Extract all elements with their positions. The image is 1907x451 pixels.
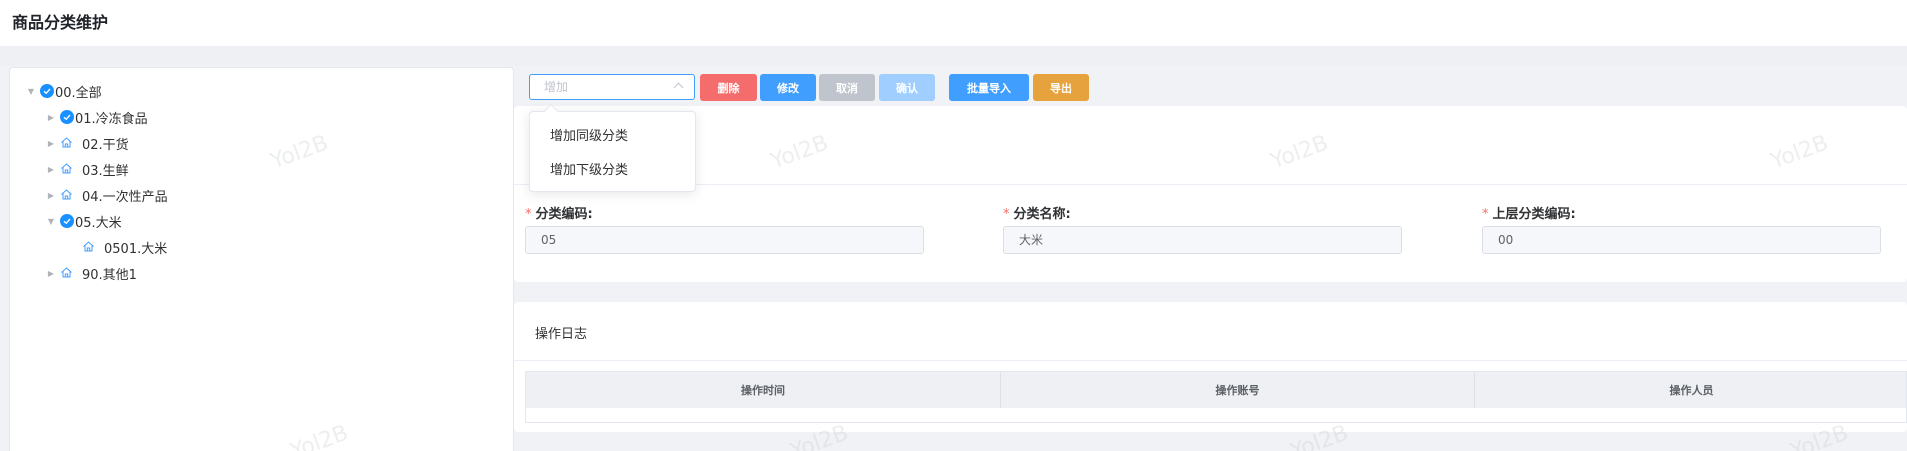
home-icon	[60, 136, 74, 150]
table-header: 操作时间 操作账号 操作人员	[526, 372, 1906, 408]
caret-down-icon[interactable]: ▼	[26, 86, 36, 96]
menu-item-add-child[interactable]: 增加下级分类	[550, 159, 628, 178]
log-title: 操作日志	[535, 327, 588, 342]
tree-node-label: 01.冷冻食品	[75, 111, 148, 127]
page-title: 商品分类维护	[12, 13, 109, 32]
home-icon	[60, 162, 74, 176]
category-form-card: * 分类编码: 05 * 分类名称: 大米 * 上层分类编码: 00	[514, 106, 1907, 282]
code-label: * 分类编码:	[525, 207, 593, 222]
divider	[514, 360, 1907, 361]
tree-node-rice-child[interactable]: 0501.大米	[82, 236, 167, 258]
parent-code-label: * 上层分类编码:	[1482, 207, 1576, 222]
batch-import-button[interactable]: 批量导入	[949, 74, 1029, 101]
export-button[interactable]: 导出	[1033, 74, 1089, 101]
tree-node-label: 00.全部	[55, 85, 102, 101]
caret-right-icon[interactable]: ▶	[46, 164, 56, 174]
caret-down-icon[interactable]: ▼	[46, 216, 56, 226]
header-separator	[0, 46, 1907, 66]
name-label: * 分类名称:	[1003, 207, 1071, 222]
check-circle-icon	[60, 214, 74, 228]
add-select-placeholder: 增加	[544, 80, 569, 94]
tree-node-disposable[interactable]: ▶ 04.一次性产品	[46, 184, 168, 206]
tree-node-label: 0501.大米	[104, 241, 168, 257]
column-header-account[interactable]: 操作账号	[1001, 372, 1475, 408]
caret-right-icon[interactable]: ▶	[46, 190, 56, 200]
tree-node-label: 04.一次性产品	[82, 189, 168, 205]
home-icon	[82, 240, 96, 254]
operation-log-card: 操作日志 操作时间 操作账号 操作人员	[514, 302, 1907, 432]
tree-node-rice[interactable]: ▼ 05.大米	[46, 210, 122, 232]
column-header-time[interactable]: 操作时间	[526, 372, 1001, 408]
cancel-button[interactable]: 取消	[819, 74, 875, 101]
tree-node-label: 90.其他1	[82, 267, 137, 283]
home-icon	[60, 188, 74, 202]
check-circle-icon	[40, 84, 54, 98]
tree-node-label: 02.干货	[82, 137, 129, 153]
category-tree-panel: ▼ 00.全部 ▶ 01.冷冻食品 ▶ 02.干货 ▶ 03.生鲜 ▶ 04.一…	[9, 67, 514, 451]
tree-node-fresh[interactable]: ▶ 03.生鲜	[46, 158, 129, 180]
code-field[interactable]: 05	[525, 226, 924, 254]
parent-code-field[interactable]: 00	[1482, 226, 1881, 254]
add-dropdown-menu: 增加同级分类 增加下级分类	[529, 103, 696, 192]
caret-right-icon[interactable]: ▶	[46, 268, 56, 278]
tree-node-all[interactable]: ▼ 00.全部	[26, 80, 102, 102]
page-header: 商品分类维护	[0, 0, 1907, 46]
confirm-button[interactable]: 确认	[879, 74, 935, 101]
chevron-up-icon	[673, 82, 684, 93]
name-field[interactable]: 大米	[1003, 226, 1402, 254]
tree-node-dry-goods[interactable]: ▶ 02.干货	[46, 132, 129, 154]
delete-button[interactable]: 删除	[700, 74, 757, 101]
tree-node-label: 03.生鲜	[82, 163, 129, 179]
edit-button[interactable]: 修改	[760, 74, 816, 101]
tree-node-other[interactable]: ▶ 90.其他1	[46, 262, 137, 284]
home-icon	[60, 266, 74, 280]
column-header-operator[interactable]: 操作人员	[1475, 372, 1907, 408]
add-select[interactable]: 增加	[529, 74, 695, 100]
divider	[514, 184, 1907, 185]
log-table: 操作时间 操作账号 操作人员	[525, 371, 1907, 423]
caret-right-icon[interactable]: ▶	[46, 138, 56, 148]
tree-node-frozen[interactable]: ▶ 01.冷冻食品	[46, 106, 148, 128]
caret-right-icon[interactable]: ▶	[46, 112, 56, 122]
tree-node-label: 05.大米	[75, 215, 122, 231]
check-circle-icon	[60, 110, 74, 124]
menu-item-add-sibling[interactable]: 增加同级分类	[550, 125, 628, 144]
